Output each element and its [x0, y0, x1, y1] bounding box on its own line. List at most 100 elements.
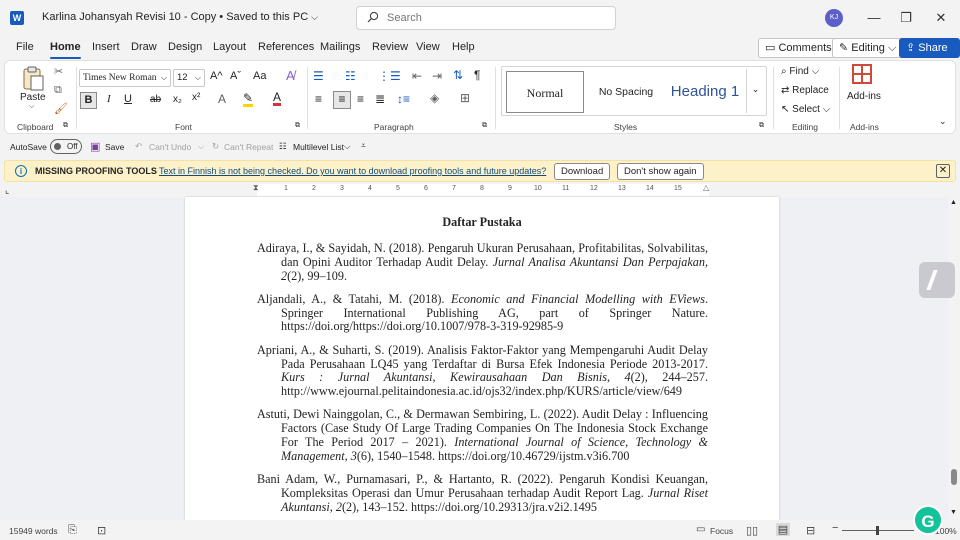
text-effects-icon[interactable]: A: [218, 92, 226, 106]
show-formatting-marks-icon[interactable]: ¶: [474, 68, 480, 82]
tab-view[interactable]: View: [416, 41, 440, 53]
customize-qat-icon[interactable]: ⩡: [361, 140, 366, 151]
grammarly-icon[interactable]: G: [913, 505, 943, 535]
add-ins-icon[interactable]: [852, 64, 872, 84]
superscript-button[interactable]: x²: [192, 92, 200, 103]
font-color-icon[interactable]: A: [273, 91, 282, 106]
dialog-launcher-icon[interactable]: ⧉: [63, 122, 68, 130]
scrollbar-thumb[interactable]: [951, 469, 957, 485]
document-title[interactable]: Karlina Johansyah Revisi 10 - Copy • Sav…: [42, 11, 318, 23]
underline-button[interactable]: U: [124, 93, 132, 105]
zoom-out-button[interactable]: −: [832, 522, 838, 534]
dialog-launcher-icon[interactable]: ⧉: [295, 122, 300, 130]
close-icon[interactable]: ✕: [936, 164, 950, 178]
styles-more-button[interactable]: ⌄: [746, 69, 764, 113]
tab-mailings[interactable]: Mailings: [320, 41, 360, 53]
tab-references[interactable]: References: [258, 41, 314, 53]
proofing-icon[interactable]: ⎘: [68, 524, 77, 537]
select-button[interactable]: ↖ Select ⌵: [781, 104, 830, 115]
comments-button[interactable]: ▭ Comments: [758, 38, 839, 58]
restore-button[interactable]: ❐: [897, 9, 915, 27]
download-button[interactable]: Download: [554, 163, 611, 180]
collapse-ribbon-icon[interactable]: ⌄: [939, 116, 947, 127]
subscript-button[interactable]: x₂: [173, 94, 182, 105]
align-center-icon[interactable]: ≡: [333, 91, 351, 109]
tab-review[interactable]: Review: [372, 41, 408, 53]
dialog-launcher-icon[interactable]: ⧉: [759, 122, 764, 130]
multilevel-list-button[interactable]: Multilevel List: [293, 142, 344, 152]
repeat-icon[interactable]: ↻: [212, 141, 219, 152]
replace-button[interactable]: ⇄ Replace: [781, 85, 829, 96]
shading-icon[interactable]: ◈: [430, 91, 439, 105]
undo-button[interactable]: Can't Undo: [149, 142, 191, 152]
read-mode-icon[interactable]: ▯▯: [746, 524, 758, 537]
tab-draw[interactable]: Draw: [131, 41, 157, 53]
tab-selector-icon[interactable]: ⌞: [5, 185, 9, 196]
decrease-indent-icon[interactable]: ⇤: [412, 69, 422, 83]
save-icon[interactable]: ▣: [90, 140, 100, 153]
tab-design[interactable]: Design: [168, 41, 202, 53]
strikethrough-button[interactable]: ab: [150, 94, 161, 105]
multilevel-list-icon[interactable]: ⋮☰: [378, 69, 401, 83]
dialog-launcher-icon[interactable]: ⧉: [482, 122, 487, 130]
format-painter-icon[interactable]: 🖌: [54, 102, 68, 115]
horizontal-ruler[interactable]: ⧗ △ 1 2 3 4 5 6 7 8 9 10 11 12 13 14 15: [185, 183, 779, 196]
justify-icon[interactable]: ≣: [375, 92, 385, 106]
chevron-down-icon[interactable]: ⌵: [344, 141, 350, 152]
minimize-button[interactable]: —: [865, 9, 883, 27]
share-button[interactable]: ⇪ Share ⌵: [899, 38, 960, 72]
style-normal[interactable]: Normal: [506, 71, 584, 113]
save-button[interactable]: Save: [105, 142, 124, 152]
bold-button[interactable]: B: [80, 92, 97, 109]
vertical-scrollbar[interactable]: ▲ ▼: [948, 197, 960, 520]
align-left-icon[interactable]: ≡: [315, 92, 322, 106]
tab-help[interactable]: Help: [452, 41, 475, 53]
indent-marker[interactable]: ⧗: [253, 183, 259, 193]
style-no-spacing[interactable]: No Spacing: [586, 71, 666, 113]
print-layout-icon[interactable]: ▤: [776, 523, 790, 536]
grow-font-button[interactable]: A^: [210, 70, 223, 82]
document-page[interactable]: Daftar Pustaka Adiraya, I., & Sayidah, N…: [185, 197, 779, 520]
clear-formatting-icon[interactable]: A̸: [286, 68, 295, 83]
align-right-icon[interactable]: ≡: [357, 92, 364, 106]
tab-file[interactable]: File: [16, 41, 34, 53]
focus-button[interactable]: Focus: [710, 526, 733, 536]
scroll-down-icon[interactable]: ▼: [950, 509, 957, 516]
tab-insert[interactable]: Insert: [92, 41, 120, 53]
close-window-button[interactable]: ✕: [932, 9, 950, 27]
italic-button[interactable]: I: [107, 93, 111, 105]
scroll-up-icon[interactable]: ▲: [950, 199, 957, 206]
notification-link[interactable]: Text in Finnish is not being checked. Do…: [159, 166, 546, 176]
bullets-icon[interactable]: ☰: [313, 69, 324, 83]
highlight-icon[interactable]: ✎: [243, 92, 254, 107]
avatar[interactable]: KJ: [825, 9, 843, 27]
chevron-down-icon[interactable]: ⌵: [198, 141, 204, 152]
paste-icon[interactable]: [21, 66, 45, 92]
right-indent-marker[interactable]: △: [703, 183, 709, 192]
add-ins-button[interactable]: Add-ins: [847, 91, 881, 102]
shrink-font-button[interactable]: Aˇ: [230, 70, 241, 82]
change-case-button[interactable]: Aa: [253, 70, 266, 82]
autosave-toggle[interactable]: Off: [50, 139, 82, 154]
multilevel-list-icon[interactable]: ☷: [279, 141, 287, 152]
focus-icon[interactable]: ▭: [696, 524, 705, 535]
repeat-button[interactable]: Can't Repeat: [224, 142, 273, 152]
zoom-slider-thumb[interactable]: [876, 526, 879, 535]
copilot-icon[interactable]: [919, 262, 955, 298]
accessibility-icon[interactable]: ⊡: [97, 524, 106, 537]
paste-label[interactable]: Paste: [20, 92, 46, 103]
increase-indent-icon[interactable]: ⇥: [432, 69, 442, 83]
dont-show-again-button[interactable]: Don't show again: [617, 163, 704, 180]
cut-icon[interactable]: ✂: [54, 65, 63, 78]
tab-home[interactable]: Home: [50, 41, 81, 59]
tab-layout[interactable]: Layout: [213, 41, 246, 53]
word-app-icon[interactable]: W: [10, 11, 24, 25]
font-family-select[interactable]: Times New Roman ⌵: [79, 69, 171, 87]
find-button[interactable]: ⌕ Find ⌵: [781, 66, 819, 77]
sort-icon[interactable]: ⇅: [453, 68, 463, 82]
copy-icon[interactable]: ⧉: [54, 84, 62, 97]
borders-icon[interactable]: ⊞: [460, 91, 470, 105]
undo-icon[interactable]: ↶: [135, 141, 142, 152]
search-box[interactable]: [356, 6, 616, 30]
numbering-icon[interactable]: ☷: [345, 69, 356, 83]
